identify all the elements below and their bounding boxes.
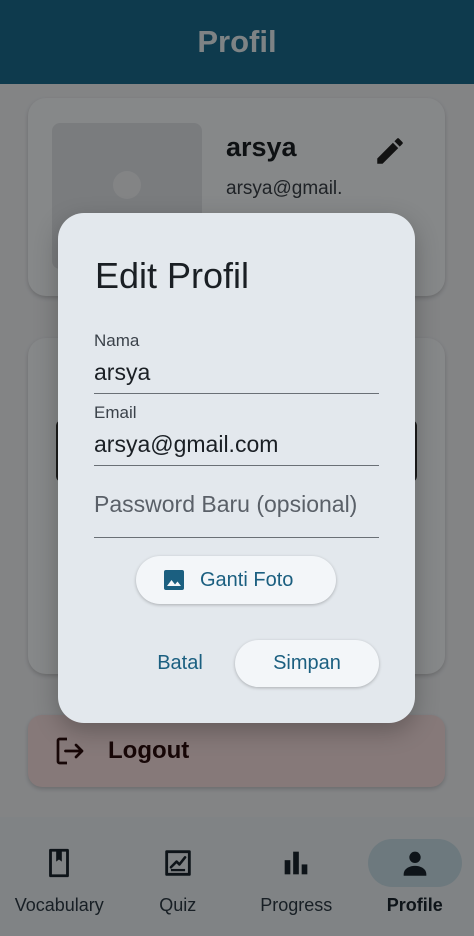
name-field-label: Nama <box>94 331 140 350</box>
cancel-button[interactable]: Batal <box>140 640 220 686</box>
new-password-placeholder[interactable]: Password Baru (opsional) <box>94 491 357 518</box>
save-button[interactable]: Simpan <box>235 640 379 687</box>
image-icon <box>164 570 184 590</box>
dialog-title: Edit Profil <box>95 255 250 296</box>
name-field-value[interactable]: arsya <box>94 359 150 386</box>
edit-profile-dialog: Edit Profil Nama arsya Email arsya@gmail… <box>58 213 415 723</box>
change-photo-label: Ganti Foto <box>200 568 294 591</box>
email-field[interactable]: Email arsya@gmail.com <box>94 403 379 466</box>
email-field-label: Email <box>94 403 137 422</box>
change-photo-button[interactable]: Ganti Foto <box>136 556 336 604</box>
new-password-field[interactable]: Password Baru (opsional) <box>94 475 379 538</box>
name-field[interactable]: Nama arsya <box>94 331 379 394</box>
email-field-value[interactable]: arsya@gmail.com <box>94 431 278 458</box>
